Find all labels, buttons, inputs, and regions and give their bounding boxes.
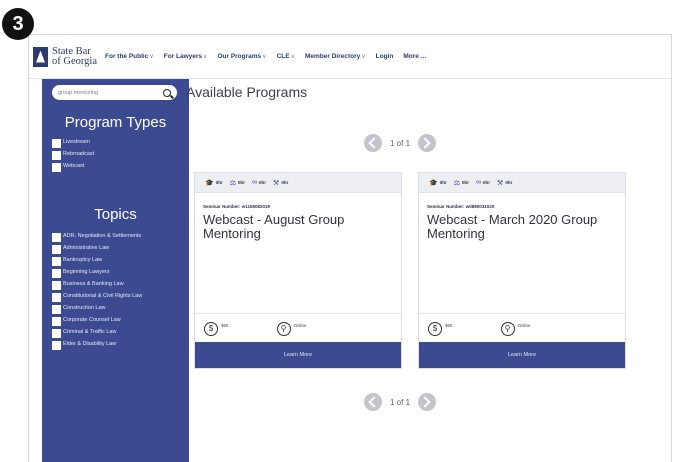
learn-more-button[interactable]: Learn More: [195, 342, 401, 368]
page-indicator: 1 of 1: [390, 138, 411, 148]
dollar-icon: $: [428, 321, 442, 336]
gavel-icon: ⚒: [273, 179, 280, 187]
program-meta: $ $65 ⚲ Online: [419, 313, 625, 343]
checkbox[interactable]: [52, 269, 61, 278]
program-price: $65: [445, 322, 453, 328]
location-pin-icon: ⚲: [276, 321, 291, 336]
checkbox-item[interactable]: Criminal & Traffic Law: [52, 329, 179, 338]
nav-item-our-programs[interactable]: Our Programs∨: [217, 53, 266, 60]
scales-icon: ⚖: [453, 179, 461, 187]
checkbox-item[interactable]: ADR, Negotiation & Settlements: [52, 233, 179, 242]
logo-mark-icon: [33, 46, 48, 67]
nav-item-for-lawyers[interactable]: For Lawyers∨: [164, 53, 208, 60]
learn-more-button[interactable]: Learn More: [419, 342, 625, 368]
checkbox[interactable]: [52, 281, 61, 290]
program-types-heading: Program Types: [64, 114, 167, 131]
top-nav: State Bar of Georgia For the Public∨ For…: [29, 35, 671, 79]
nav-item-member-directory[interactable]: Member Directory∨: [305, 53, 366, 60]
location-pin-icon: ⚲: [500, 321, 515, 336]
program-card: 🎓 0hr ⚖ 0hr ∞ 0hr ⚒ 0hr Seminar Number: w116…: [194, 172, 402, 369]
checkbox-item[interactable]: Elder & Disability Law: [52, 341, 179, 350]
checkbox-item[interactable]: Administrative Law: [52, 245, 179, 254]
search-input[interactable]: group mentoring: [52, 85, 177, 100]
checkbox-item[interactable]: Rebroadcast: [52, 151, 179, 160]
next-page-button[interactable]: [418, 393, 437, 411]
program-title[interactable]: Webcast - August Group Mentoring: [203, 213, 393, 241]
filter-sidebar: group mentoring Program Types Livestream…: [42, 79, 189, 462]
site-logo[interactable]: State Bar of Georgia: [33, 45, 97, 67]
checkbox[interactable]: [52, 329, 61, 338]
checkbox[interactable]: [52, 341, 61, 350]
pagination-top: 1 of 1: [364, 134, 437, 152]
checkbox[interactable]: [52, 139, 61, 148]
checkbox[interactable]: [52, 233, 61, 242]
program-price: $65: [221, 322, 229, 328]
search-icon[interactable]: [163, 88, 171, 97]
search-input-value: group mentoring: [58, 89, 99, 96]
checkbox[interactable]: [52, 163, 61, 172]
checkbox[interactable]: [52, 257, 61, 266]
credit-hours-bar: 🎓 0hr ⚖ 0hr ∞ 0hr ⚒ 0hr: [195, 173, 401, 193]
checkbox-item[interactable]: Corporate Counsel Law: [52, 317, 179, 326]
graduation-cap-icon: 🎓: [429, 179, 438, 187]
page-indicator: 1 of 1: [390, 397, 411, 407]
infinity-icon: ∞: [476, 179, 482, 186]
chevron-down-icon: ∨: [290, 54, 295, 60]
checkbox-item[interactable]: Beginning Lawyers: [52, 269, 179, 278]
chevron-down-icon: ∨: [203, 54, 208, 60]
nav-item-for-the-public[interactable]: For the Public∨: [105, 53, 154, 60]
chevron-down-icon: ∨: [361, 54, 366, 60]
gavel-icon: ⚒: [497, 179, 504, 187]
credit-hours-bar: 🎓 0hr ⚖ 0hr ∞ 0hr ⚒ 0hr: [419, 173, 625, 193]
logo-text: State Bar of Georgia: [52, 45, 97, 67]
scales-icon: ⚖: [229, 179, 237, 187]
seminar-number: Seminar Number: w1165082019: [203, 204, 271, 209]
previous-page-button[interactable]: [364, 393, 382, 411]
checkbox-item[interactable]: Bankruptcy Law: [52, 257, 179, 266]
step-number-badge: 3: [2, 8, 34, 40]
checkbox-item[interactable]: Webcast: [52, 163, 179, 172]
checkbox-item[interactable]: Constitutional & Civil Rights Law: [52, 293, 179, 302]
nav-item-cle[interactable]: CLE∨: [277, 53, 295, 60]
chevron-down-icon: ∨: [149, 54, 154, 60]
checkbox-item[interactable]: Livestream: [52, 139, 179, 148]
nav-item-login[interactable]: Login: [376, 53, 394, 60]
checkbox[interactable]: [52, 305, 61, 314]
checkbox[interactable]: [52, 293, 61, 302]
dollar-icon: $: [204, 321, 218, 336]
topics-heading: Topics: [94, 206, 137, 223]
program-meta: $ $65 ⚲ Online: [195, 313, 401, 343]
previous-page-button[interactable]: [364, 134, 382, 152]
graduation-cap-icon: 🎓: [205, 179, 214, 187]
checkbox[interactable]: [52, 245, 61, 254]
checkbox[interactable]: [52, 151, 61, 160]
program-card: 🎓 0hr ⚖ 0hr ∞ 0hr ⚒ 0hr Seminar Number: w088…: [418, 172, 626, 369]
checkbox-item[interactable]: Business & Banking Law: [52, 281, 179, 290]
nav-item-more[interactable]: More ...: [403, 53, 426, 60]
program-title[interactable]: Webcast - March 2020 Group Mentoring: [427, 213, 617, 241]
program-mode: Online: [293, 322, 307, 328]
checkbox[interactable]: [52, 317, 61, 326]
infinity-icon: ∞: [252, 179, 258, 186]
topics-list: ADR, Negotiation & Settlements Administr…: [52, 233, 179, 350]
next-page-button[interactable]: [418, 134, 437, 152]
seminar-number: Seminar Number: w0880031020: [427, 204, 495, 209]
pagination-bottom: 1 of 1: [364, 393, 437, 411]
page-title: Available Programs: [186, 84, 308, 100]
checkbox-item[interactable]: Construction Law: [52, 305, 179, 314]
program-mode: Online: [517, 322, 531, 328]
program-types-list: Livestream Rebroadcast Webcast: [52, 139, 179, 172]
chevron-down-icon: ∨: [262, 54, 267, 60]
